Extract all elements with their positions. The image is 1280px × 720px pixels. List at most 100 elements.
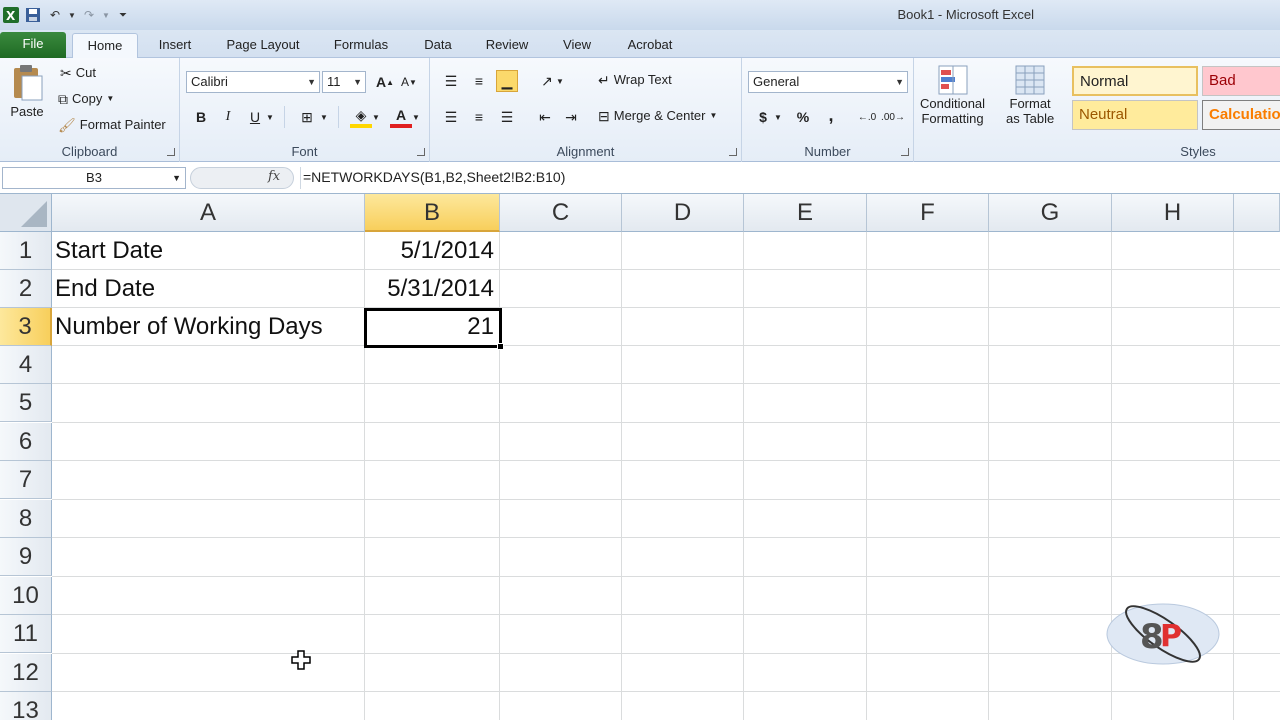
column-header-d[interactable]: D (622, 194, 744, 232)
tab-page-layout[interactable]: Page Layout (214, 33, 312, 58)
row-header-3[interactable]: 3 (0, 308, 52, 346)
clipboard-dialog-launcher-icon[interactable] (167, 148, 175, 156)
row-header-4[interactable]: 4 (0, 346, 52, 384)
cell-a2[interactable]: End Date (52, 270, 364, 308)
percent-button[interactable]: % (792, 106, 814, 128)
column-header-b[interactable]: B (365, 194, 500, 232)
borders-icon[interactable]: ⊞ (296, 106, 318, 128)
currency-dropdown-icon[interactable]: ▼ (772, 106, 784, 128)
cell-a1[interactable]: Start Date (52, 232, 364, 270)
cut-button[interactable]: ✂ Cut (60, 65, 96, 80)
copy-label: Copy (72, 91, 103, 106)
select-all-button[interactable] (0, 194, 52, 232)
font-size-combo[interactable]: 11 ▼ (322, 71, 366, 93)
row-header-1[interactable]: 1 (0, 232, 52, 270)
font-group-label: Font (291, 144, 318, 159)
font-color-dropdown-icon[interactable]: ▼ (410, 106, 422, 128)
worksheet-grid: A B C D E F G H 1 2 3 4 5 6 7 8 9 10 11 … (0, 194, 1280, 720)
row-header-11[interactable]: 11 (0, 615, 52, 653)
fill-color-dropdown-icon[interactable]: ▼ (370, 106, 382, 128)
row-header-12[interactable]: 12 (0, 654, 52, 692)
align-left-icon[interactable]: ☰ (440, 106, 462, 128)
column-header-e[interactable]: E (744, 194, 867, 232)
align-right-icon[interactable]: ☰ (496, 106, 518, 128)
column-header-c[interactable]: C (500, 194, 622, 232)
underline-button[interactable]: U (244, 106, 266, 128)
row-header-9[interactable]: 9 (0, 538, 52, 576)
style-normal[interactable]: Normal (1072, 66, 1198, 96)
row-header-2[interactable]: 2 (0, 270, 52, 308)
formula-input[interactable]: =NETWORKDAYS(B1,B2,Sheet2!B2:B10) (300, 167, 1278, 189)
cell-a3[interactable]: Number of Working Days (52, 308, 364, 346)
comma-button[interactable]: , (820, 104, 842, 126)
tab-insert[interactable]: Insert (148, 33, 202, 58)
copy-button[interactable]: ⧉ Copy ▼ (58, 91, 114, 106)
format-painter-button[interactable]: 🖌 Format Painter (58, 117, 166, 132)
column-header-i[interactable] (1234, 194, 1280, 232)
tab-home[interactable]: Home (72, 33, 138, 59)
tab-view[interactable]: View (552, 33, 602, 58)
tab-file[interactable]: File (0, 32, 66, 58)
style-neutral[interactable]: Neutral (1072, 100, 1198, 130)
row-header-7[interactable]: 7 (0, 461, 52, 499)
tab-acrobat[interactable]: Acrobat (614, 33, 686, 58)
shrink-font-icon[interactable]: A ▼ (398, 71, 420, 93)
borders-dropdown-icon[interactable]: ▼ (318, 106, 330, 128)
cell-b2[interactable]: 5/31/2014 (365, 270, 499, 308)
row-header-13[interactable]: 13 (0, 692, 52, 720)
column-header-f[interactable]: F (867, 194, 989, 232)
alignment-dialog-launcher-icon[interactable] (729, 148, 737, 156)
tab-data[interactable]: Data (412, 33, 464, 58)
fill-color-icon[interactable]: ◈ (350, 106, 372, 128)
clipboard-group: Paste ✂ Cut ⧉ Copy ▼ 🖌 Format Painter Cl… (0, 58, 180, 162)
copy-dropdown-icon[interactable]: ▼ (106, 94, 114, 103)
row-header-6[interactable]: 6 (0, 423, 52, 461)
number-group-label: Number (804, 144, 851, 159)
align-center-icon[interactable]: ≡ (468, 106, 490, 128)
increase-decimal-icon[interactable]: ←.0 (856, 106, 878, 128)
font-name-combo[interactable]: Calibri ▼ (186, 71, 320, 93)
svg-text:P: P (1160, 619, 1182, 654)
column-header-g[interactable]: G (989, 194, 1112, 232)
style-calculation[interactable]: Calculation (1202, 100, 1280, 130)
row-header-10[interactable]: 10 (0, 577, 52, 615)
number-format-combo[interactable]: General ▼ (748, 71, 908, 93)
bold-button[interactable]: B (190, 106, 212, 128)
merge-center-button[interactable]: ⊟ Merge & Center ▼ (598, 108, 717, 123)
underline-dropdown-icon[interactable]: ▼ (264, 106, 276, 128)
tab-review[interactable]: Review (476, 33, 538, 58)
style-bad[interactable]: Bad (1202, 66, 1280, 96)
decrease-decimal-icon[interactable]: .00→ (881, 106, 905, 128)
formula-bar: B3 ▼ fx =NETWORKDAYS(B1,B2,Sheet2!B2:B10) (0, 162, 1280, 194)
paste-button[interactable]: Paste (10, 64, 44, 119)
insert-function-icon[interactable]: fx (268, 169, 280, 184)
column-header-h[interactable]: H (1112, 194, 1234, 232)
font-dialog-launcher-icon[interactable] (417, 148, 425, 156)
grow-font-icon[interactable]: A ▲ (374, 71, 396, 93)
top-align-icon[interactable]: ☰ (440, 70, 462, 92)
watermark-logo-icon: 8 P (1106, 603, 1220, 665)
font-color-button[interactable]: A (390, 106, 412, 128)
name-box[interactable]: B3 ▼ (2, 167, 186, 189)
row-header-5[interactable]: 5 (0, 384, 52, 422)
fill-handle[interactable] (497, 343, 504, 350)
middle-align-icon[interactable]: ≡ (468, 70, 490, 92)
bottom-align-icon[interactable]: ▁ (496, 70, 518, 92)
row-header-8[interactable]: 8 (0, 500, 52, 538)
alignment-group-label: Alignment (556, 144, 615, 159)
format-as-table-label: Format (1009, 96, 1051, 111)
number-dialog-launcher-icon[interactable] (901, 148, 909, 156)
currency-button[interactable]: $ (752, 106, 774, 128)
cell-b1[interactable]: 5/1/2014 (365, 232, 499, 270)
italic-button[interactable]: I (217, 106, 239, 128)
format-as-table-button[interactable]: Format as Table (1006, 64, 1054, 126)
tab-formulas[interactable]: Formulas (324, 33, 398, 58)
column-header-a[interactable]: A (52, 194, 365, 232)
orientation-dropdown-icon[interactable]: ▼ (554, 70, 566, 92)
merge-dropdown-icon[interactable]: ▼ (710, 111, 718, 120)
conditional-formatting-button[interactable]: Conditional Formatting (920, 64, 985, 126)
decrease-indent-icon[interactable]: ⇤ (534, 106, 556, 128)
increase-indent-icon[interactable]: ⇥ (560, 106, 582, 128)
gridline (52, 653, 1280, 654)
wrap-text-button[interactable]: ↵ Wrap Text (598, 72, 672, 87)
